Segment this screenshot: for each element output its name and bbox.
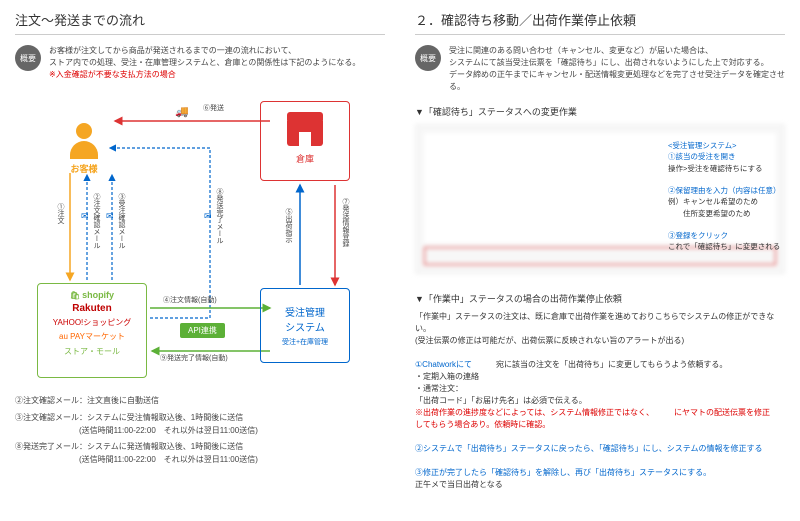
label-report: ⑦発送情報登録	[340, 198, 350, 247]
truck-icon: 🚚	[175, 105, 189, 118]
store-node: shopify Rakuten YAHOO!ショッピング au PAYマーケット…	[37, 283, 147, 378]
yahoo-logo: YAHOO!ショッピング	[44, 317, 140, 328]
label-shipdone: ⑧発送完了メール	[214, 188, 224, 244]
flow-diagram: お客様 🚚 ⑥発送 倉庫 shopify Rakuten YAHOO!ショッピン…	[15, 93, 385, 383]
right-title: ２．確認待ち移動／出荷作業停止依頼	[415, 10, 785, 35]
summary-badge: 概要	[415, 45, 441, 71]
left-title: 注文～発送までの流れ	[15, 10, 385, 35]
section1-title: ▼「確認待ち」ステータスへの変更作業	[415, 105, 785, 118]
label-instr: ⑤出荷指示	[283, 208, 293, 243]
mail-icon: ✉	[204, 211, 212, 222]
warehouse-icon	[287, 118, 323, 146]
summary-badge: 概要	[15, 45, 41, 71]
label-shipping: ⑥発送	[203, 103, 224, 113]
warehouse-node: 倉庫	[260, 101, 350, 181]
right-summary: 概要 受注に関連のある問い合わせ（キャンセル、変更など）が届いた場合は、 システ…	[415, 45, 785, 93]
api-badge: API連携	[180, 323, 225, 338]
label-orderinfo: ④注文情報(自動)	[163, 295, 217, 305]
side-steps: <受注管理システム> ①該当の受注を開き 操作>受注を確認待ちにする ②保留理由…	[668, 140, 788, 253]
section2-title: ▼「作業中」ステータスの場合の出荷作業停止依頼	[415, 292, 785, 305]
label-accept: ③受注確認メール	[116, 193, 126, 249]
label-shipinfo: ⑨発送完了情報(自動)	[160, 353, 228, 363]
left-panel: 注文～発送までの流れ 概要 お客様が注文してから商品が発送されるまでの一連の流れ…	[0, 0, 400, 521]
customer-node: お客様	[70, 123, 98, 175]
mail-icon: ✉	[106, 211, 114, 222]
shopify-logo: shopify	[44, 290, 140, 300]
right-panel: ２．確認待ち移動／出荷作業停止依頼 概要 受注に関連のある問い合わせ（キャンセル…	[400, 0, 800, 521]
person-icon	[76, 123, 92, 139]
label-confirm: ②注文確認メール	[91, 193, 101, 249]
footer-notes: ②注文確認メール：注文直後に自動送信 ③注文確認メール：システムに受注情報取込後…	[15, 395, 385, 467]
rakuten-logo: Rakuten	[44, 303, 140, 314]
label-order: ①注文	[55, 203, 65, 224]
aupay-logo: au PAYマーケット	[44, 331, 140, 342]
oms-node: 受注管理 システム 受注+在庫管理	[260, 288, 350, 363]
summary-text: お客様が注文してから商品が発送されるまでの一連の流れにおいて、 ストア内での処理…	[49, 45, 360, 81]
section2-body: 「作業中」ステータスの注文は、既に倉庫で出荷作業を進めておりこちらでシステムの修…	[415, 311, 785, 491]
mail-icon: ✉	[81, 211, 89, 222]
left-summary: 概要 お客様が注文してから商品が発送されるまでの一連の流れにおいて、 ストア内で…	[15, 45, 385, 81]
